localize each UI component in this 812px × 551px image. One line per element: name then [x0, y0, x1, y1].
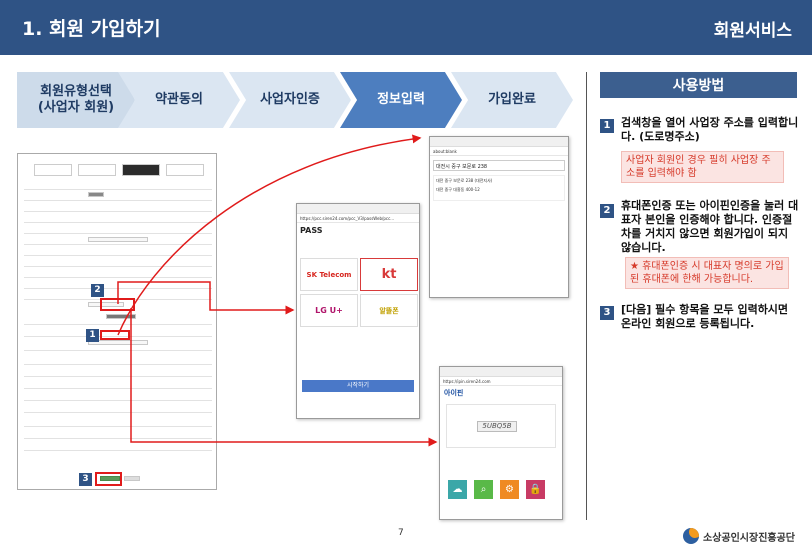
pass-start-button[interactable]: 시작하기: [302, 380, 414, 392]
ipin-brand: 아이핀: [444, 389, 464, 397]
carrier-kt[interactable]: kt: [360, 258, 418, 291]
carrier-mvno[interactable]: 알뜰폰: [360, 294, 418, 327]
carrier-lgu[interactable]: LG U+: [300, 294, 358, 327]
arrow-to-pass: [117, 281, 295, 315]
page-number: 7: [398, 528, 404, 538]
gear-icon[interactable]: ⚙: [500, 480, 519, 499]
ipin-login-box: 5UBQ5B: [446, 404, 556, 448]
search-icon[interactable]: ⌕: [474, 480, 493, 499]
logo-icon: [683, 528, 699, 544]
pass-title: PASS: [300, 226, 323, 235]
window-titlebar: [440, 367, 562, 377]
carrier-skt[interactable]: SK Telecom: [300, 258, 358, 291]
address-search-input[interactable]: 대전시 중구 보문로 238: [433, 160, 565, 171]
window-titlebar: [430, 137, 568, 147]
address-search-window: about:blank 대전시 중구 보문로 238 대전 중구 보문로 238…: [429, 136, 569, 298]
footer-logo: 소상공인시장진흥공단: [683, 528, 795, 544]
url-bar: https://pcc.siren24.com/pcc_V3/passWeb/p…: [297, 214, 419, 223]
captcha-image: 5UBQ5B: [477, 421, 517, 432]
lock-icon[interactable]: 🔒: [526, 480, 545, 499]
logo-text: 소상공인시장진흥공단: [703, 532, 795, 544]
address-results: 대전 중구 보문로 238 (대전지사) 대전 중구 대흥동 400-12: [433, 175, 565, 201]
window-titlebar: [297, 204, 419, 214]
address-result[interactable]: 대전 중구 대흥동 400-12: [436, 187, 562, 193]
url-bar: https://ipin.siren24.com: [440, 377, 562, 386]
cloud-icon[interactable]: ☁: [448, 480, 467, 499]
address-result[interactable]: 대전 중구 보문로 238 (대전지사): [436, 178, 562, 184]
url-bar: about:blank: [430, 147, 568, 156]
